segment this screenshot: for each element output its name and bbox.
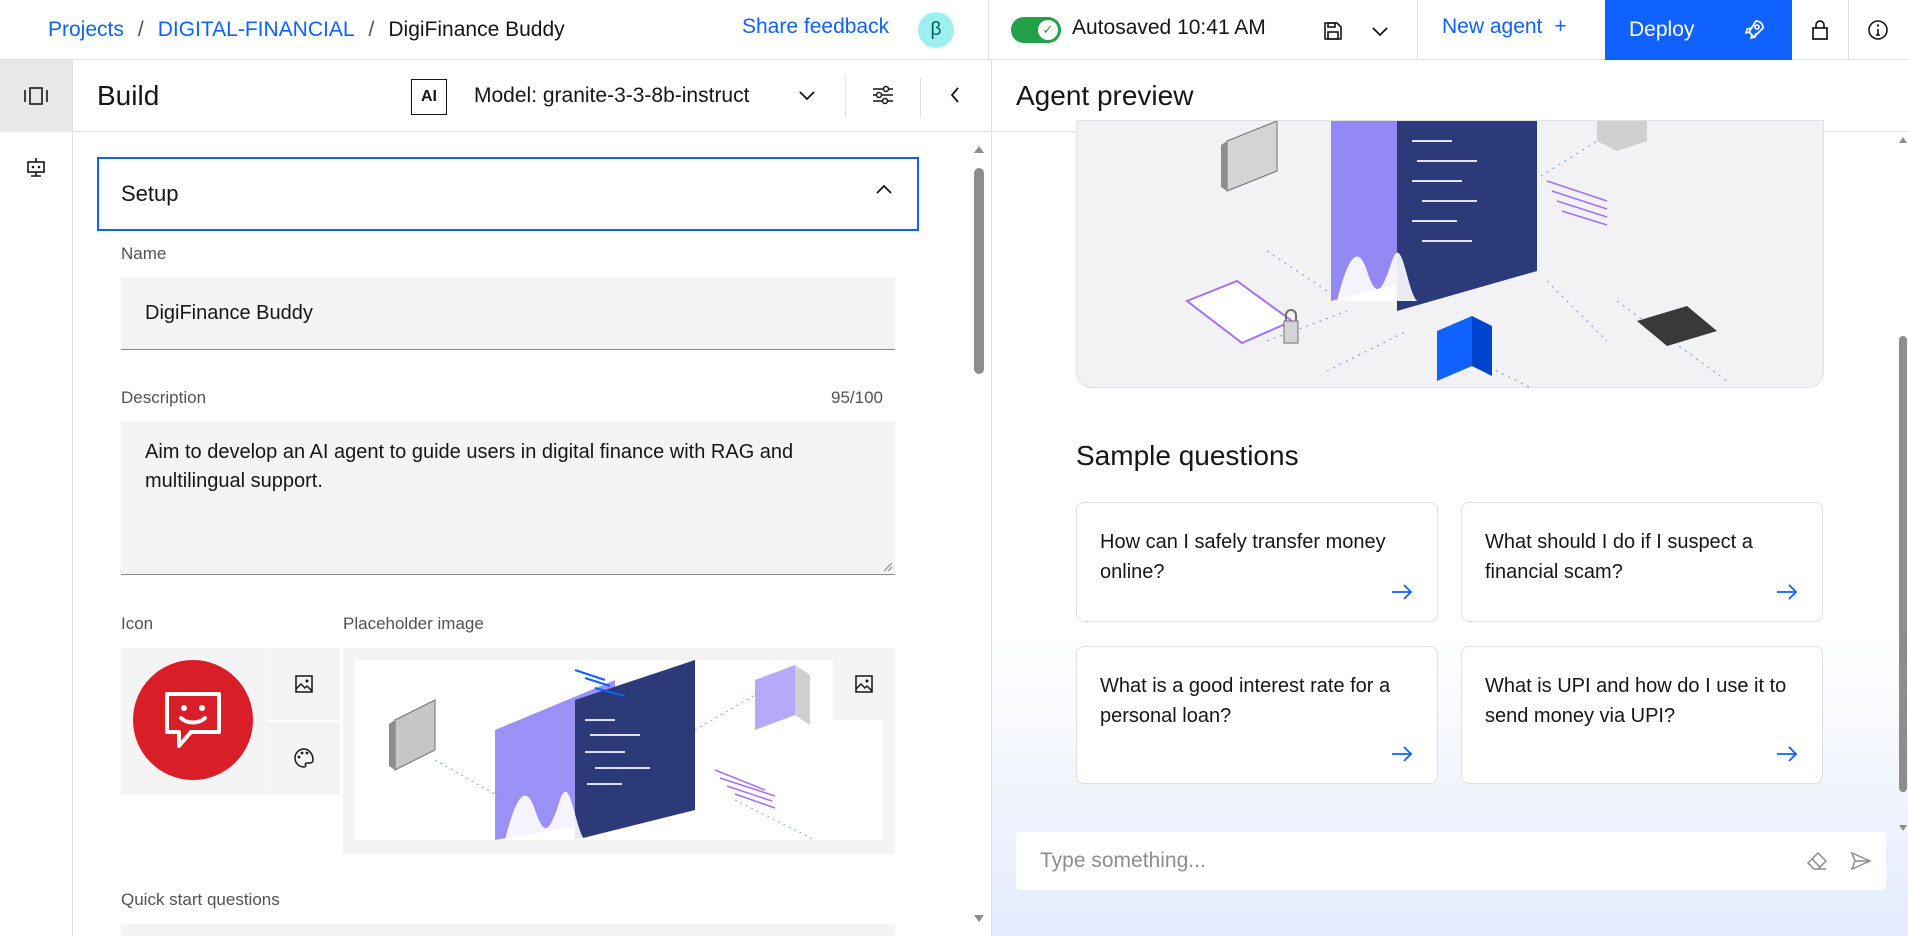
- new-agent-label: New agent: [1442, 15, 1543, 38]
- palette-icon: [293, 748, 314, 768]
- placeholder-image-box: [343, 648, 895, 854]
- sample-question-card[interactable]: What is UPI and how do I use it to send …: [1461, 646, 1823, 784]
- breadcrumb-project[interactable]: DIGITAL-FINANCIAL: [158, 18, 355, 42]
- sample-question-text: What is UPI and how do I use it to send …: [1485, 675, 1787, 727]
- breadcrumb-separator: /: [368, 18, 375, 41]
- new-agent-button[interactable]: New agent +: [1442, 15, 1567, 39]
- preview-hero-image: [1076, 120, 1824, 388]
- setup-title: Setup: [121, 181, 179, 206]
- beta-badge[interactable]: β: [918, 12, 954, 48]
- autosave-status: Autosaved 10:41 AM: [1072, 16, 1266, 39]
- arrow-right-icon: [1777, 584, 1798, 600]
- sample-question-text: What should I do if I suspect a financia…: [1485, 531, 1753, 583]
- preview-title: Agent preview: [1016, 80, 1194, 111]
- resize-handle-icon[interactable]: [881, 560, 893, 572]
- build-scrollbar[interactable]: [973, 144, 985, 924]
- check-icon: ✓: [1038, 20, 1058, 40]
- info-icon[interactable]: [1862, 15, 1894, 45]
- rail-build-button[interactable]: [0, 60, 72, 132]
- arrow-right-icon: [1392, 746, 1413, 762]
- sample-question-text: What is a good interest rate for a perso…: [1100, 675, 1391, 727]
- build-scrollbar-thumb[interactable]: [974, 168, 984, 374]
- deploy-button[interactable]: Deploy: [1605, 0, 1792, 60]
- eraser-icon[interactable]: [1806, 850, 1828, 872]
- chevron-up-icon: [875, 183, 893, 201]
- sample-question-text: How can I safely transfer money online?: [1100, 531, 1386, 583]
- placeholder-illustration: [355, 660, 883, 840]
- deploy-label: Deploy: [1629, 18, 1695, 41]
- build-icon: [24, 87, 48, 105]
- upload-icon-button[interactable]: [267, 648, 340, 720]
- scroll-up-icon[interactable]: [973, 144, 985, 154]
- ai-badge: AI: [411, 79, 447, 115]
- chevron-down-icon[interactable]: [794, 82, 820, 108]
- model-selector[interactable]: Model: granite-3-3-8b-instruct: [474, 84, 749, 108]
- sample-question-card[interactable]: What should I do if I suspect a financia…: [1461, 502, 1823, 622]
- divider: [920, 78, 921, 118]
- chat-input[interactable]: [1040, 846, 1740, 876]
- agent-avatar: [133, 660, 253, 780]
- description-count: 95/100: [831, 388, 883, 407]
- image-icon: [294, 675, 313, 693]
- arrow-right-icon: [1392, 584, 1413, 600]
- setup-accordion[interactable]: Setup: [97, 157, 919, 231]
- chat-input-box: [1016, 832, 1886, 890]
- preview-scrollbar-thumb[interactable]: [1899, 336, 1907, 792]
- arrow-right-icon: [1777, 746, 1798, 762]
- breadcrumb-current: DigiFinance Buddy: [388, 18, 565, 41]
- breadcrumb-separator: /: [137, 18, 144, 41]
- quick-start-field[interactable]: [121, 924, 895, 936]
- name-value: DigiFinance Buddy: [145, 302, 313, 324]
- name-label: Name: [121, 244, 167, 263]
- breadcrumb: Projects / DIGITAL-FINANCIAL / DigiFinan…: [48, 0, 565, 60]
- placeholder-image-label: Placeholder image: [343, 614, 484, 633]
- divider: [1417, 0, 1418, 60]
- save-icon[interactable]: [1318, 16, 1348, 46]
- agent-icon-preview: [121, 648, 266, 794]
- description-value: Aim to develop an AI agent to guide user…: [145, 441, 794, 492]
- icon-label: Icon: [121, 614, 154, 633]
- top-bar: Projects / DIGITAL-FINANCIAL / DigiFinan…: [0, 0, 1908, 60]
- breadcrumb-projects[interactable]: Projects: [48, 18, 124, 42]
- robot-icon: [27, 158, 45, 177]
- scroll-up-icon[interactable]: [1898, 136, 1908, 144]
- description-field[interactable]: Aim to develop an AI agent to guide user…: [121, 422, 895, 575]
- rocket-icon: [1742, 18, 1766, 48]
- chat-smile-icon: [165, 692, 221, 748]
- rail-agent-button[interactable]: [0, 132, 72, 204]
- divider: [845, 78, 846, 118]
- autosave-toggle[interactable]: ✓: [1011, 17, 1061, 43]
- build-title: Build: [97, 80, 160, 111]
- build-panel: Setup Name DigiFinance Buddy Description…: [73, 132, 991, 936]
- left-rail: [0, 60, 73, 936]
- divider: [1848, 0, 1849, 60]
- sliders-icon[interactable]: [868, 80, 898, 110]
- plus-icon: +: [1554, 15, 1567, 38]
- upload-placeholder-button[interactable]: [833, 648, 895, 720]
- divider: [988, 0, 989, 60]
- sample-questions-title: Sample questions: [1076, 440, 1299, 471]
- image-icon: [855, 675, 873, 693]
- sample-question-card[interactable]: How can I safely transfer money online?: [1076, 502, 1438, 622]
- share-feedback-link[interactable]: Share feedback: [742, 15, 889, 39]
- agent-preview-panel: Agent preview Sample questions How can I…: [991, 60, 1908, 936]
- scroll-down-icon[interactable]: [973, 914, 985, 924]
- send-icon[interactable]: [1850, 850, 1872, 872]
- description-label: Description: [121, 388, 207, 407]
- build-header: Build AI Model: granite-3-3-8b-instruct: [73, 60, 991, 132]
- lock-icon[interactable]: [1802, 15, 1838, 45]
- scroll-down-icon[interactable]: [1898, 824, 1908, 832]
- chevron-left-icon[interactable]: [940, 80, 970, 110]
- color-picker-button[interactable]: [267, 722, 340, 794]
- preview-scrollbar[interactable]: [1897, 136, 1908, 832]
- sample-question-card[interactable]: What is a good interest rate for a perso…: [1076, 646, 1438, 784]
- chevron-down-icon[interactable]: [1365, 16, 1395, 46]
- quick-start-label: Quick start questions: [121, 890, 280, 909]
- name-field[interactable]: DigiFinance Buddy: [121, 278, 895, 350]
